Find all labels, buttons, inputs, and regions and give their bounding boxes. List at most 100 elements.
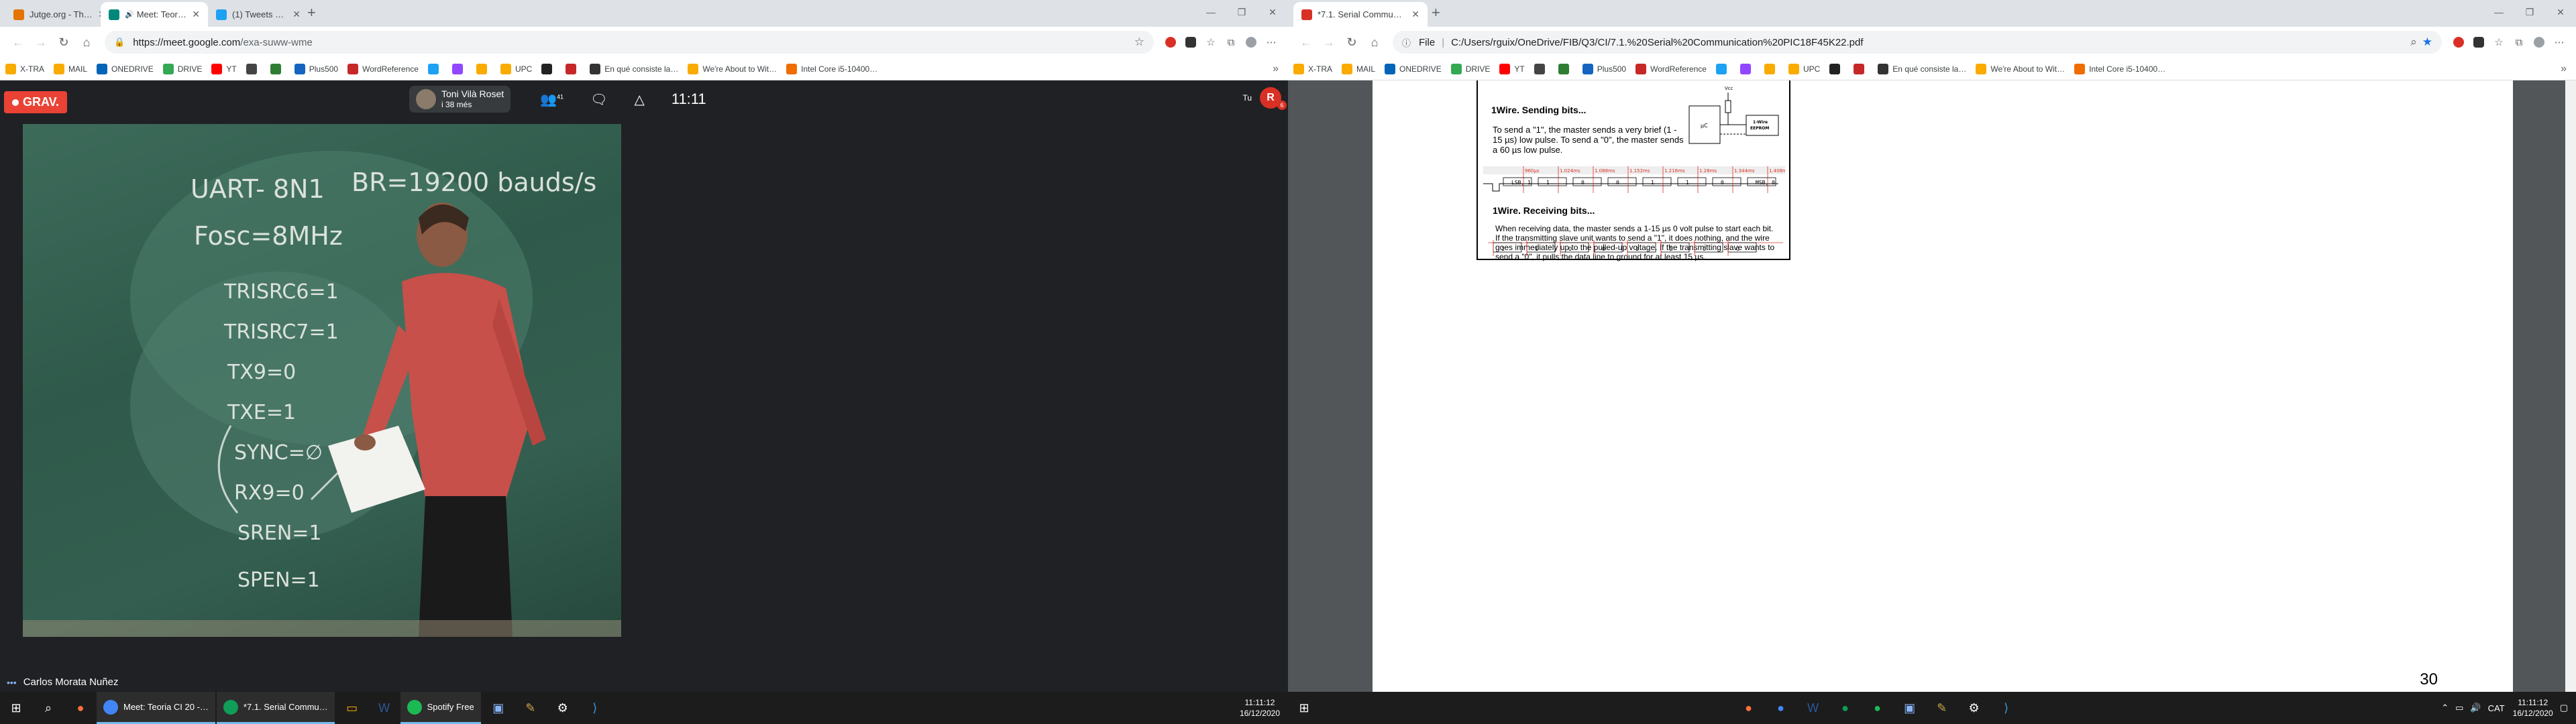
- activities-icon[interactable]: △: [634, 91, 644, 108]
- bookmark-item[interactable]: [1764, 63, 1779, 74]
- new-tab-button[interactable]: +: [307, 4, 316, 21]
- search-icon[interactable]: ⌕: [32, 692, 64, 724]
- firefox-icon[interactable]: ●: [1733, 692, 1765, 724]
- tab-twitter[interactable]: (1) Tweets más recientes / Twitt… ✕: [208, 2, 309, 27]
- home-icon[interactable]: ⌂: [75, 31, 98, 54]
- bookmark-item[interactable]: DRIVE: [162, 63, 202, 74]
- collections-icon[interactable]: ⧉: [2509, 32, 2529, 52]
- taskbar-clock[interactable]: 11:11:12 16/12/2020: [1240, 697, 1280, 719]
- bookmark-item[interactable]: ONEDRIVE: [1385, 63, 1442, 74]
- bookmark-item[interactable]: [476, 63, 491, 74]
- lock-icon[interactable]: 🔒: [114, 37, 125, 48]
- bookmark-item[interactable]: [427, 63, 443, 74]
- bookmark-item[interactable]: WordReference: [1635, 63, 1707, 74]
- more-bookmarks-icon[interactable]: »: [1273, 63, 1279, 75]
- settings-icon[interactable]: ⚙: [1958, 692, 1990, 724]
- spotify-icon[interactable]: ●: [1862, 692, 1894, 724]
- bookmark-item[interactable]: Intel Core i5-10400…: [786, 63, 877, 74]
- bookmark-item[interactable]: [1715, 63, 1731, 74]
- bookmark-item[interactable]: Plus500: [294, 63, 338, 74]
- word-icon[interactable]: W: [1797, 692, 1829, 724]
- bookmark-item[interactable]: WordReference: [347, 63, 419, 74]
- volume-icon[interactable]: 🔊: [2470, 703, 2481, 713]
- bookmark-item[interactable]: [1829, 63, 1844, 74]
- back-icon[interactable]: ←: [7, 31, 30, 54]
- bookmark-item[interactable]: [1534, 63, 1549, 74]
- audio-playing-icon[interactable]: 🔊: [125, 10, 134, 19]
- favorites-icon[interactable]: ☆: [1201, 32, 1221, 52]
- menu-dots-icon[interactable]: ⋯: [2549, 32, 2569, 52]
- reload-icon[interactable]: ↻: [1340, 31, 1363, 54]
- address-bar[interactable]: ⓘ File | C:/Users/rguix/OneDrive/FIB/Q3/CI…: [1393, 31, 2442, 54]
- forward-icon[interactable]: →: [1318, 31, 1340, 54]
- chat-icon[interactable]: 🗨: [590, 91, 607, 108]
- language-indicator[interactable]: CAT: [2488, 703, 2505, 713]
- extension-icon[interactable]: [1181, 32, 1201, 52]
- presenter-card[interactable]: Toni Vilà Roset i 38 més: [409, 86, 511, 113]
- bookmark-item[interactable]: [270, 63, 285, 74]
- bookmark-star-icon[interactable]: ★: [2422, 36, 2432, 49]
- close-tab-icon[interactable]: ✕: [192, 9, 200, 20]
- windows-start-icon[interactable]: ⊞: [1288, 692, 1320, 724]
- bookmark-item[interactable]: MAIL: [1342, 63, 1375, 74]
- collections-icon[interactable]: ⧉: [1221, 32, 1241, 52]
- bookmark-item[interactable]: [566, 63, 580, 74]
- close-window-icon[interactable]: ✕: [2545, 0, 2576, 24]
- maximize-icon[interactable]: ❐: [2514, 0, 2545, 24]
- bookmark-item[interactable]: X-TRA: [5, 63, 44, 74]
- bookmark-item[interactable]: En qué consiste la…: [590, 63, 678, 74]
- bookmark-item[interactable]: [541, 63, 556, 74]
- bookmark-item[interactable]: [1854, 63, 1868, 74]
- adblock-extension-icon[interactable]: [1161, 32, 1181, 52]
- bookmark-item[interactable]: Plus500: [1582, 63, 1626, 74]
- bookmark-item[interactable]: YT: [1499, 63, 1525, 74]
- snipping-tool-icon[interactable]: ▣: [1894, 692, 1926, 724]
- tab-meet[interactable]: 🔊 Meet: Teoria CI 20 - Busos ✕: [101, 2, 208, 27]
- vscode-icon[interactable]: ⟩: [579, 692, 611, 724]
- bookmark-item[interactable]: [451, 63, 467, 74]
- bookmark-item[interactable]: DRIVE: [1450, 63, 1490, 74]
- windows-start-icon[interactable]: ⊞: [0, 692, 32, 724]
- reload-icon[interactable]: ↻: [52, 31, 75, 54]
- minimize-icon[interactable]: —: [1195, 0, 1226, 24]
- bookmark-item[interactable]: MAIL: [54, 63, 87, 74]
- participants-icon[interactable]: 👥41: [540, 91, 564, 108]
- chrome-icon[interactable]: ●: [1765, 692, 1797, 724]
- tab-jutge[interactable]: Jutge.org - The Purge FIB Q1 20… ✕: [5, 2, 114, 27]
- notepad-icon[interactable]: ✎: [515, 692, 547, 724]
- forward-icon[interactable]: →: [30, 31, 52, 54]
- word-icon[interactable]: W: [368, 692, 400, 724]
- taskbar-app-spotify[interactable]: Spotify Free: [400, 692, 481, 724]
- bookmark-item[interactable]: UPC: [1788, 63, 1820, 74]
- bookmark-item[interactable]: YT: [211, 63, 237, 74]
- snipping-tool-icon[interactable]: ▣: [482, 692, 515, 724]
- home-icon[interactable]: ⌂: [1363, 31, 1386, 54]
- pdf-scrollbar[interactable]: [2565, 80, 2576, 692]
- network-icon[interactable]: ▭: [2455, 703, 2463, 713]
- bookmark-item[interactable]: En qué consiste la…: [1878, 63, 1966, 74]
- bookmark-star-icon[interactable]: ☆: [1134, 36, 1144, 49]
- taskbar-clock[interactable]: 11:11:12 16/12/2020: [2513, 697, 2553, 719]
- file-explorer-icon[interactable]: ▭: [336, 692, 368, 724]
- new-tab-button[interactable]: +: [1432, 4, 1440, 21]
- vscode-icon[interactable]: ⟩: [1990, 692, 2023, 724]
- favorites-icon[interactable]: ☆: [2489, 32, 2509, 52]
- bookmark-item[interactable]: [1739, 63, 1755, 74]
- firefox-icon[interactable]: ●: [64, 692, 97, 724]
- info-icon[interactable]: ⓘ: [1402, 36, 1411, 49]
- profile-icon[interactable]: [2529, 32, 2549, 52]
- bookmark-item[interactable]: [246, 63, 261, 74]
- taskbar-app-pdf[interactable]: *7.1. Serial Commu…: [216, 692, 335, 724]
- notepad-icon[interactable]: ✎: [1926, 692, 1958, 724]
- bookmark-item[interactable]: UPC: [500, 63, 532, 74]
- maximize-icon[interactable]: ❐: [1226, 0, 1257, 24]
- bookmark-item[interactable]: [1558, 63, 1573, 74]
- notifications-icon[interactable]: ▢: [2560, 703, 2568, 713]
- more-bookmarks-icon[interactable]: »: [2561, 63, 2567, 75]
- zoom-icon[interactable]: ⌕: [2410, 36, 2417, 49]
- bookmark-item[interactable]: ONEDRIVE: [97, 63, 154, 74]
- bookmark-item[interactable]: We're About to Wit…: [1976, 63, 2065, 74]
- minimize-icon[interactable]: —: [2483, 0, 2514, 24]
- bookmark-item[interactable]: We're About to Wit…: [688, 63, 777, 74]
- close-tab-icon[interactable]: ✕: [1411, 9, 1419, 20]
